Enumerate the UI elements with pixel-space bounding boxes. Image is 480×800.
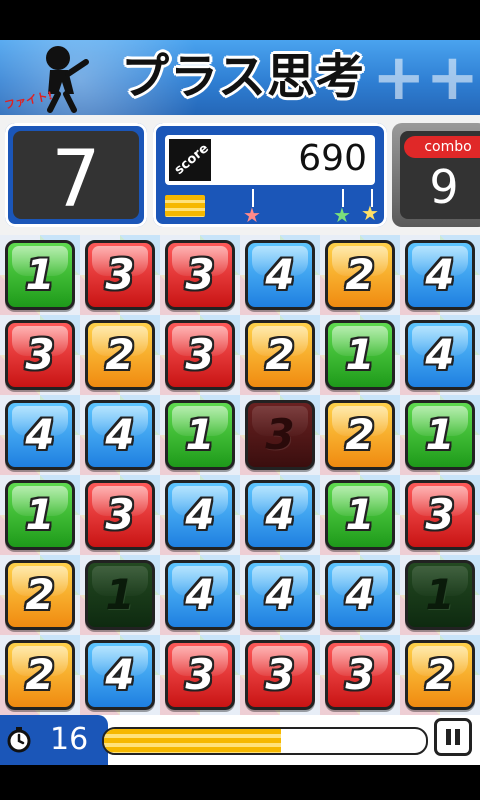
number-tile[interactable]: 4 bbox=[245, 480, 315, 550]
tile-number: 3 bbox=[265, 410, 295, 459]
tile-number: 3 bbox=[105, 490, 135, 539]
number-tile[interactable]: 4 bbox=[245, 560, 315, 630]
number-tile[interactable]: 2 bbox=[85, 320, 155, 390]
game-board: 1 3 3 4 2 4 3 2 3 2 1 4 4 4 1 3 2 1 1 3 4 4 1 3 2 1 4 4 4 1 2 4 3 3 3 2 bbox=[0, 235, 480, 715]
time-progress-fill bbox=[104, 729, 282, 753]
moves-panel: 7 bbox=[5, 123, 147, 227]
footer-bar: 16 bbox=[0, 715, 480, 765]
tile-number: 3 bbox=[425, 490, 455, 539]
game-title: プラス思考 bbox=[120, 49, 366, 105]
number-tile[interactable]: 3 bbox=[325, 640, 395, 710]
tile-number: 1 bbox=[345, 330, 375, 379]
tile-number: 1 bbox=[25, 490, 55, 539]
star-icon: ★ bbox=[333, 203, 351, 227]
number-tile[interactable]: 3 bbox=[165, 640, 235, 710]
number-tile[interactable]: 4 bbox=[325, 560, 395, 630]
combo-value: 9 bbox=[429, 160, 459, 214]
number-tile[interactable]: 1 bbox=[325, 320, 395, 390]
score-value: 690 bbox=[298, 138, 367, 179]
tile-number: 3 bbox=[345, 650, 375, 699]
number-tile[interactable]: 1 bbox=[405, 560, 475, 630]
pause-button[interactable] bbox=[434, 718, 472, 756]
number-tile[interactable]: 3 bbox=[245, 640, 315, 710]
number-tile[interactable]: 1 bbox=[85, 560, 155, 630]
tile-number: 3 bbox=[265, 650, 295, 699]
score-progress-fill bbox=[165, 195, 205, 217]
stats-bar: 7 score 690 ★ ★ ★ combo 9 bbox=[0, 115, 480, 235]
tile-number: 2 bbox=[345, 410, 375, 459]
tile-number: 4 bbox=[185, 570, 215, 619]
tile-number: 2 bbox=[345, 250, 375, 299]
tile-number: 1 bbox=[185, 410, 215, 459]
tile-number: 4 bbox=[265, 490, 295, 539]
number-tile[interactable]: 4 bbox=[165, 560, 235, 630]
number-tile[interactable]: 3 bbox=[165, 320, 235, 390]
tile-number: 2 bbox=[105, 330, 135, 379]
number-tile[interactable]: 1 bbox=[325, 480, 395, 550]
tile-number: 3 bbox=[185, 330, 215, 379]
number-tile[interactable]: 4 bbox=[405, 320, 475, 390]
tile-number: 4 bbox=[425, 250, 455, 299]
score-label: score bbox=[169, 139, 212, 181]
number-tile[interactable]: 2 bbox=[5, 640, 75, 710]
number-tile[interactable]: 4 bbox=[85, 640, 155, 710]
score-display: score 690 bbox=[165, 135, 375, 185]
tile-number: 4 bbox=[265, 570, 295, 619]
number-tile[interactable]: 3 bbox=[5, 320, 75, 390]
number-tile[interactable]: 2 bbox=[405, 640, 475, 710]
timer: 16 bbox=[0, 715, 108, 765]
number-tile[interactable]: 1 bbox=[5, 240, 75, 310]
number-tile[interactable]: 4 bbox=[85, 400, 155, 470]
number-tile[interactable]: 4 bbox=[245, 240, 315, 310]
tile-number: 2 bbox=[265, 330, 295, 379]
tile-number: 4 bbox=[185, 490, 215, 539]
tile-number: 1 bbox=[105, 570, 135, 619]
number-tile[interactable]: 3 bbox=[405, 480, 475, 550]
number-tile[interactable]: 4 bbox=[405, 240, 475, 310]
number-tile[interactable]: 2 bbox=[325, 240, 395, 310]
tile-number: 4 bbox=[265, 250, 295, 299]
status-bar bbox=[0, 0, 480, 40]
number-tile[interactable]: 2 bbox=[245, 320, 315, 390]
bottom-bar bbox=[0, 765, 480, 800]
plus-decoration: ++ bbox=[372, 41, 480, 115]
game-header: ++ ファイト! プラス思考 bbox=[0, 40, 480, 115]
moves-counter: 7 bbox=[51, 135, 101, 225]
combo-label: combo bbox=[404, 136, 480, 158]
tile-number: 3 bbox=[185, 650, 215, 699]
number-tile[interactable]: 4 bbox=[165, 480, 235, 550]
combo-panel: combo 9 bbox=[392, 123, 480, 227]
clock-icon bbox=[7, 727, 31, 753]
number-tile[interactable]: 3 bbox=[85, 240, 155, 310]
time-progress-bar bbox=[102, 727, 428, 755]
tile-number: 4 bbox=[425, 330, 455, 379]
tile-number: 3 bbox=[25, 330, 55, 379]
tile-number: 2 bbox=[425, 650, 455, 699]
star-icon: ★ bbox=[243, 203, 261, 227]
number-tile[interactable]: 4 bbox=[5, 400, 75, 470]
number-tile[interactable]: 3 bbox=[245, 400, 315, 470]
number-tile[interactable]: 3 bbox=[165, 240, 235, 310]
tile-number: 1 bbox=[425, 570, 455, 619]
star-icon: ★ bbox=[361, 201, 379, 225]
number-tile[interactable]: 1 bbox=[405, 400, 475, 470]
number-tile[interactable]: 1 bbox=[5, 480, 75, 550]
tile-number: 3 bbox=[185, 250, 215, 299]
tile-number: 2 bbox=[25, 570, 55, 619]
tile-number: 4 bbox=[105, 650, 135, 699]
tile-number: 3 bbox=[105, 250, 135, 299]
tile-number: 4 bbox=[345, 570, 375, 619]
tile-number: 1 bbox=[25, 250, 55, 299]
score-panel: score 690 ★ ★ ★ bbox=[153, 123, 387, 227]
tile-number: 2 bbox=[25, 650, 55, 699]
tile-number: 4 bbox=[105, 410, 135, 459]
number-tile[interactable]: 2 bbox=[325, 400, 395, 470]
number-tile[interactable]: 2 bbox=[5, 560, 75, 630]
number-tile[interactable]: 1 bbox=[165, 400, 235, 470]
number-tile[interactable]: 3 bbox=[85, 480, 155, 550]
tile-number: 1 bbox=[345, 490, 375, 539]
timer-value: 16 bbox=[50, 722, 89, 757]
tile-number: 4 bbox=[25, 410, 55, 459]
tile-number: 1 bbox=[425, 410, 455, 459]
